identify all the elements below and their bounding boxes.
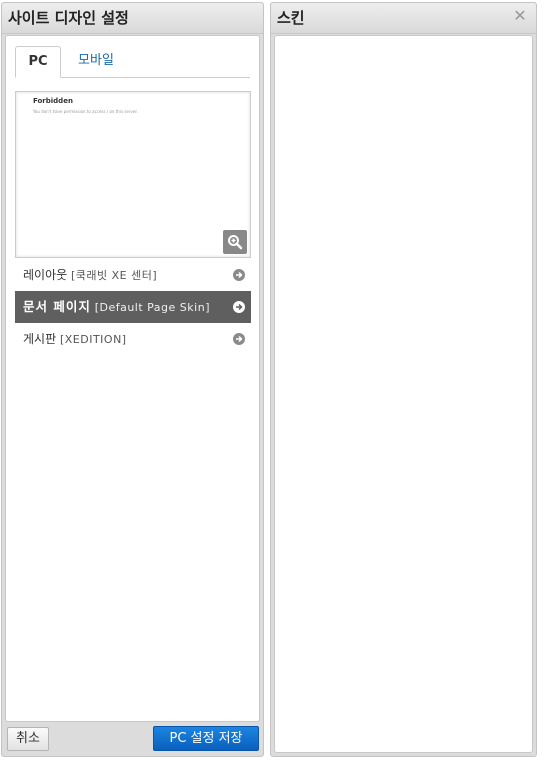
skin-item-layout[interactable]: 레이아웃 [쿡래빗 XE 센터] — [15, 259, 251, 291]
tab-pc[interactable]: PC — [15, 46, 61, 78]
skin-item-skin: [XEDITION] — [59, 333, 127, 346]
arrow-right-icon — [233, 301, 245, 313]
skin-list: 레이아웃 [쿡래빗 XE 센터] 문서 페이지 [Default Page Sk… — [15, 259, 251, 355]
site-preview: Forbidden You don't have permission to a… — [15, 91, 251, 258]
panel-header: 사이트 디자인 설정 — [2, 3, 263, 34]
device-tabs: PC 모바일 — [15, 46, 250, 78]
arrow-right-icon — [233, 269, 245, 281]
skin-panel-body — [274, 35, 533, 753]
skin-panel: 스킨 ✕ — [270, 2, 537, 757]
skin-item-name: 레이아웃 — [23, 268, 68, 282]
skin-item-board[interactable]: 게시판 [XEDITION] — [15, 323, 251, 355]
site-design-settings-panel: 사이트 디자인 설정 PC 모바일 Forbidden You don't ha… — [1, 2, 264, 757]
skin-item-name: 문서 페이지 — [23, 299, 91, 314]
save-pc-settings-button[interactable]: PC 설정 저장 — [153, 726, 259, 751]
panel-title: 스킨 — [277, 9, 305, 27]
skin-item-skin: [쿡래빗 XE 센터] — [71, 269, 158, 282]
panel-header: 스킨 ✕ — [271, 3, 536, 34]
panel-title: 사이트 디자인 설정 — [8, 9, 129, 27]
zoom-in-icon — [228, 235, 243, 250]
tab-mobile[interactable]: 모바일 — [73, 46, 119, 76]
cancel-button[interactable]: 취소 — [7, 727, 49, 751]
arrow-right-icon — [233, 333, 245, 345]
close-icon[interactable]: ✕ — [512, 8, 528, 24]
skin-item-skin: Default Page Skin — [99, 301, 206, 314]
skin-item-name: 게시판 — [23, 332, 57, 346]
preview-text: You don't have permission to access / on… — [33, 109, 138, 114]
skin-item-page[interactable]: 문서 페이지 [Default Page Skin] — [15, 291, 251, 323]
panel-footer: 취소 PC 설정 저장 — [2, 722, 263, 756]
preview-title: Forbidden — [33, 97, 73, 105]
zoom-button[interactable] — [223, 230, 247, 254]
panel-body: PC 모바일 Forbidden You don't have permissi… — [5, 35, 260, 722]
